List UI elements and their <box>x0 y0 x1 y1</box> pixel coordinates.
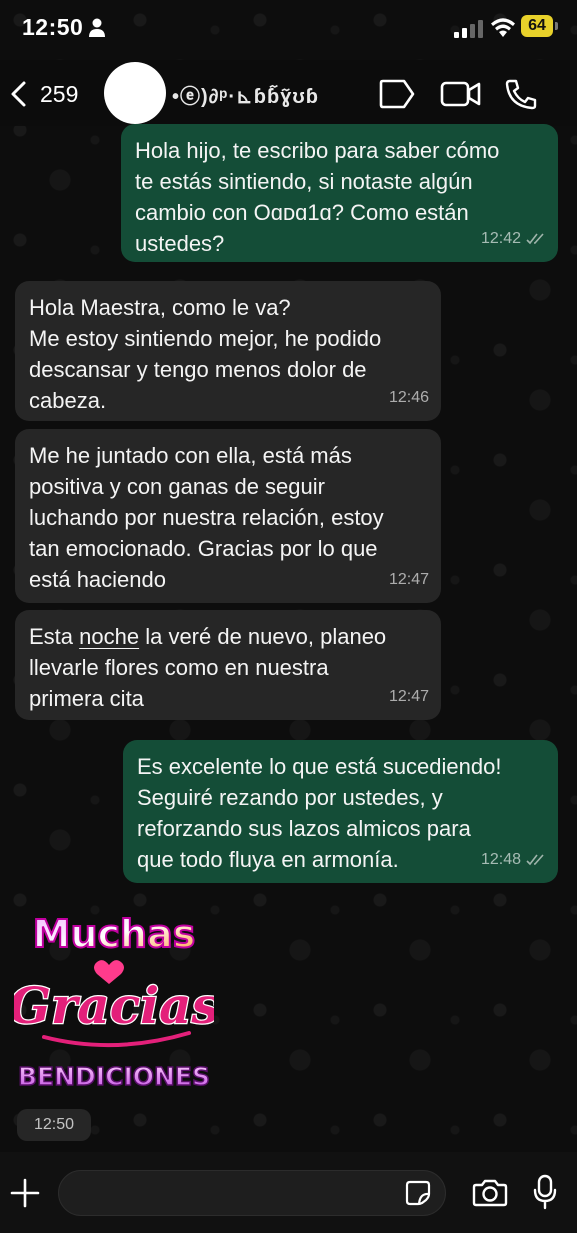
sticker-icon[interactable] <box>404 1179 432 1207</box>
message-meta: 12:46 <box>389 382 429 413</box>
sticker-text-bendiciones: BENDICIONES <box>18 1062 210 1091</box>
avatar[interactable] <box>104 62 166 124</box>
detected-link[interactable]: noche <box>79 624 139 649</box>
message-time: 12:42 <box>480 230 521 247</box>
phone-icon[interactable] <box>503 78 539 110</box>
message-meta: 12:48 <box>481 844 546 875</box>
battery-level: 64 <box>521 15 553 37</box>
status-bar: 12:50 64 <box>0 0 577 60</box>
battery-tip <box>555 22 558 30</box>
unread-count: 259 <box>40 81 79 107</box>
message-text: Me he juntado con ella, está más positiv… <box>29 443 384 592</box>
signal-icon <box>454 20 483 38</box>
message-text-start: Esta <box>29 624 80 649</box>
plus-icon[interactable] <box>10 1178 40 1208</box>
message-bubble-incoming[interactable]: Me he juntado con ella, está más positiv… <box>15 429 441 603</box>
message-meta: 12:47 <box>389 564 429 595</box>
microphone-icon[interactable] <box>533 1174 557 1210</box>
double-check-icon <box>526 232 544 244</box>
status-time: 12:50 <box>22 14 84 40</box>
message-time: 12:47 <box>388 571 429 588</box>
tag-icon[interactable] <box>378 78 416 110</box>
message-field[interactable] <box>58 1170 446 1216</box>
sticker-time: 12:50 <box>17 1109 91 1141</box>
message-bubble-outgoing[interactable]: Hola hijo, te escribo para saber cómo te… <box>121 124 558 262</box>
message-bubble-outgoing[interactable]: Es excelente lo que está sucediendo! Seg… <box>123 740 558 883</box>
back-button[interactable]: 259 <box>8 78 88 110</box>
sticker-text-muchas: Muchas <box>33 912 196 956</box>
message-bubble-incoming[interactable]: Hola Maestra, como le va? Me estoy sinti… <box>15 281 441 421</box>
message-meta: 12:47 <box>389 681 429 712</box>
message-meta: 12:42 <box>481 223 546 254</box>
input-bar <box>0 1152 577 1233</box>
sticker-text-gracias: Gracias <box>14 976 214 1035</box>
message-time: 12:47 <box>388 688 429 705</box>
wifi-icon <box>491 18 515 37</box>
message-input[interactable] <box>77 1179 391 1209</box>
message-time: 12:48 <box>480 851 521 868</box>
contact-name[interactable]: •ⓔ)∂ᵖ·⊾ɓɓ᷉ɣ᷉ʊɓ <box>172 80 352 110</box>
back-chevron-icon <box>11 81 26 107</box>
person-icon <box>89 18 105 37</box>
thank-you-sticker[interactable]: Muchas Gracias BENDICIONES <box>14 905 214 1105</box>
message-text: Esta noche la veré de nuevo, planeo llev… <box>29 621 427 714</box>
camera-icon[interactable] <box>472 1177 508 1207</box>
message-time: 12:46 <box>388 389 429 406</box>
double-check-icon <box>526 853 544 865</box>
chat-header: 259 •ⓔ)∂ᵖ·⊾ɓɓ᷉ɣ᷉ʊɓ <box>0 60 577 126</box>
message-text: Hola Maestra, como le va? Me estoy sinti… <box>29 295 382 413</box>
video-camera-icon[interactable] <box>440 78 482 110</box>
message-bubble-incoming[interactable]: Esta noche la veré de nuevo, planeo llev… <box>15 610 441 720</box>
